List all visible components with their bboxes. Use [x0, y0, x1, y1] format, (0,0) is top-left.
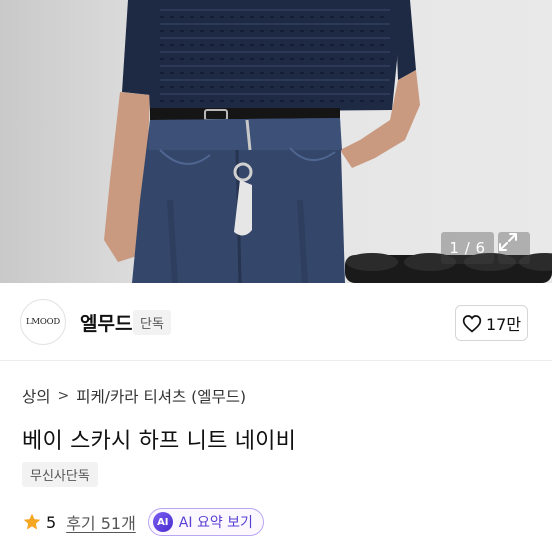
- musinsa-exclusive-badge: 무신사단독: [22, 462, 98, 487]
- rating-value: 5: [46, 512, 57, 532]
- heart-icon: [462, 314, 482, 332]
- like-button[interactable]: 17만: [455, 305, 528, 341]
- ai-summary-button[interactable]: AI AI 요약 보기: [147, 508, 264, 536]
- rating-row: 5 후기 51개 AI AI 요약 보기: [22, 508, 264, 536]
- star-icon: [23, 513, 41, 530]
- product-image[interactable]: 1 / 6: [0, 0, 552, 283]
- breadcrumb-category[interactable]: 상의: [22, 385, 51, 407]
- expand-icon[interactable]: [498, 232, 530, 264]
- breadcrumb: 상의 > 피케/카라 티셔츠 (엘무드): [22, 385, 246, 407]
- chevron-right-icon: >: [57, 388, 70, 404]
- ai-summary-label: AI 요약 보기: [178, 515, 253, 531]
- like-count: 17만: [485, 315, 522, 334]
- product-title: 베이 스카시 하프 니트 네이비: [22, 429, 297, 454]
- brand-logo[interactable]: LMOOD: [20, 299, 66, 345]
- ai-icon: AI: [152, 512, 173, 532]
- reviews-link[interactable]: 후기 51개: [66, 510, 136, 534]
- brand-row: LMOOD 엘무드 단독 17만: [0, 283, 552, 361]
- breadcrumb-subcategory[interactable]: 피케/카라 티셔츠 (엘무드): [76, 385, 246, 407]
- brand-exclusive-badge: 단독: [133, 310, 171, 335]
- image-counter: 1 / 6: [441, 232, 494, 264]
- brand-name[interactable]: 엘무드: [80, 309, 132, 336]
